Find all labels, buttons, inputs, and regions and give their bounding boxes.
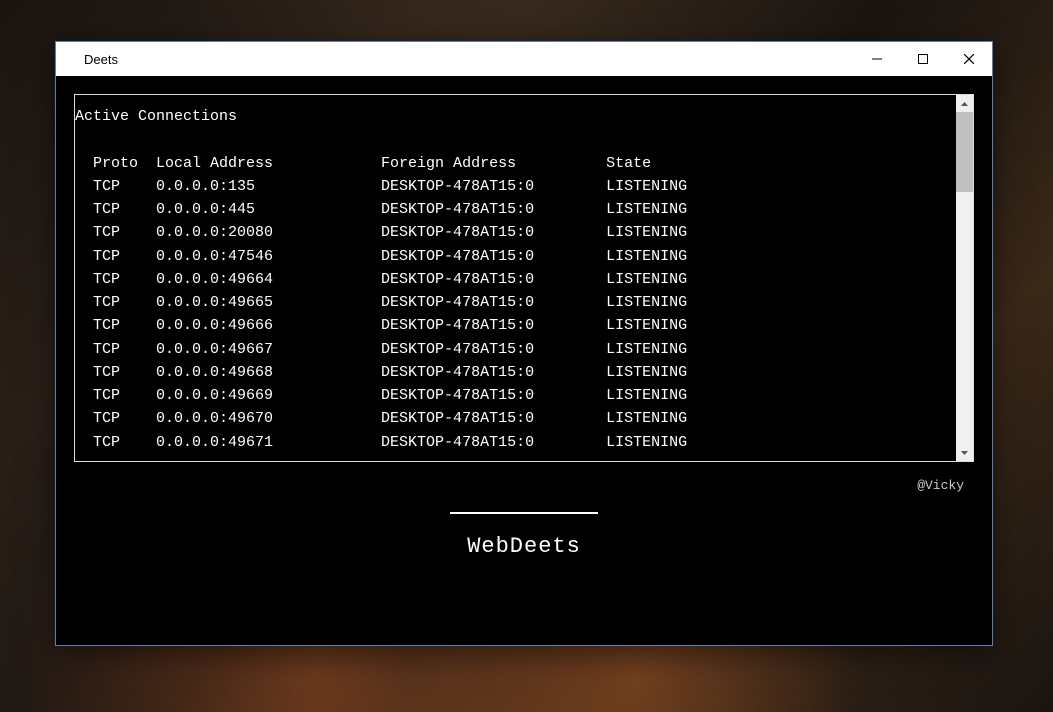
window-content: Active Connections Proto Local Address F… <box>56 76 992 645</box>
scroll-down-button[interactable] <box>956 444 973 461</box>
chevron-up-icon <box>961 102 968 106</box>
vertical-scrollbar[interactable] <box>956 95 973 461</box>
window-title: Deets <box>84 52 854 67</box>
terminal-text[interactable]: Active Connections Proto Local Address F… <box>75 95 956 461</box>
maximize-icon <box>918 54 928 64</box>
close-icon <box>964 54 974 64</box>
maximize-button[interactable] <box>900 42 946 76</box>
terminal-output: Active Connections Proto Local Address F… <box>74 94 974 462</box>
minimize-button[interactable] <box>854 42 900 76</box>
scroll-up-button[interactable] <box>956 95 973 112</box>
credit-label: @Vicky <box>917 478 964 493</box>
minimize-icon <box>872 54 882 64</box>
scroll-thumb[interactable] <box>956 112 973 192</box>
titlebar[interactable]: Deets <box>56 42 992 76</box>
close-button[interactable] <box>946 42 992 76</box>
app-window: Deets Active Connections Proto Local Add… <box>55 41 993 646</box>
divider-line <box>450 512 598 514</box>
chevron-down-icon <box>961 451 968 455</box>
brand-title: WebDeets <box>467 534 581 559</box>
scroll-track[interactable] <box>956 112 973 444</box>
window-controls <box>854 42 992 76</box>
